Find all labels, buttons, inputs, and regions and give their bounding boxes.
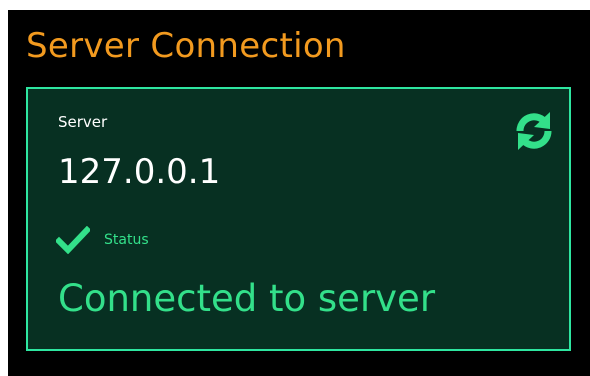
refresh-icon (510, 107, 558, 155)
refresh-button[interactable] (510, 107, 558, 155)
checkmark-icon (56, 226, 90, 254)
server-connection-panel: Server 127.0.0.1 Status Connected to ser… (26, 87, 571, 351)
server-label: Server (58, 113, 108, 131)
connection-status: Connected to server (58, 277, 436, 320)
status-label: Status (104, 232, 149, 248)
page-title: Server Connection (26, 26, 346, 66)
server-address: 127.0.0.1 (58, 152, 221, 192)
status-row: Status (56, 225, 149, 255)
app-screen: Server Connection Server 127.0.0.1 Statu… (8, 10, 590, 376)
